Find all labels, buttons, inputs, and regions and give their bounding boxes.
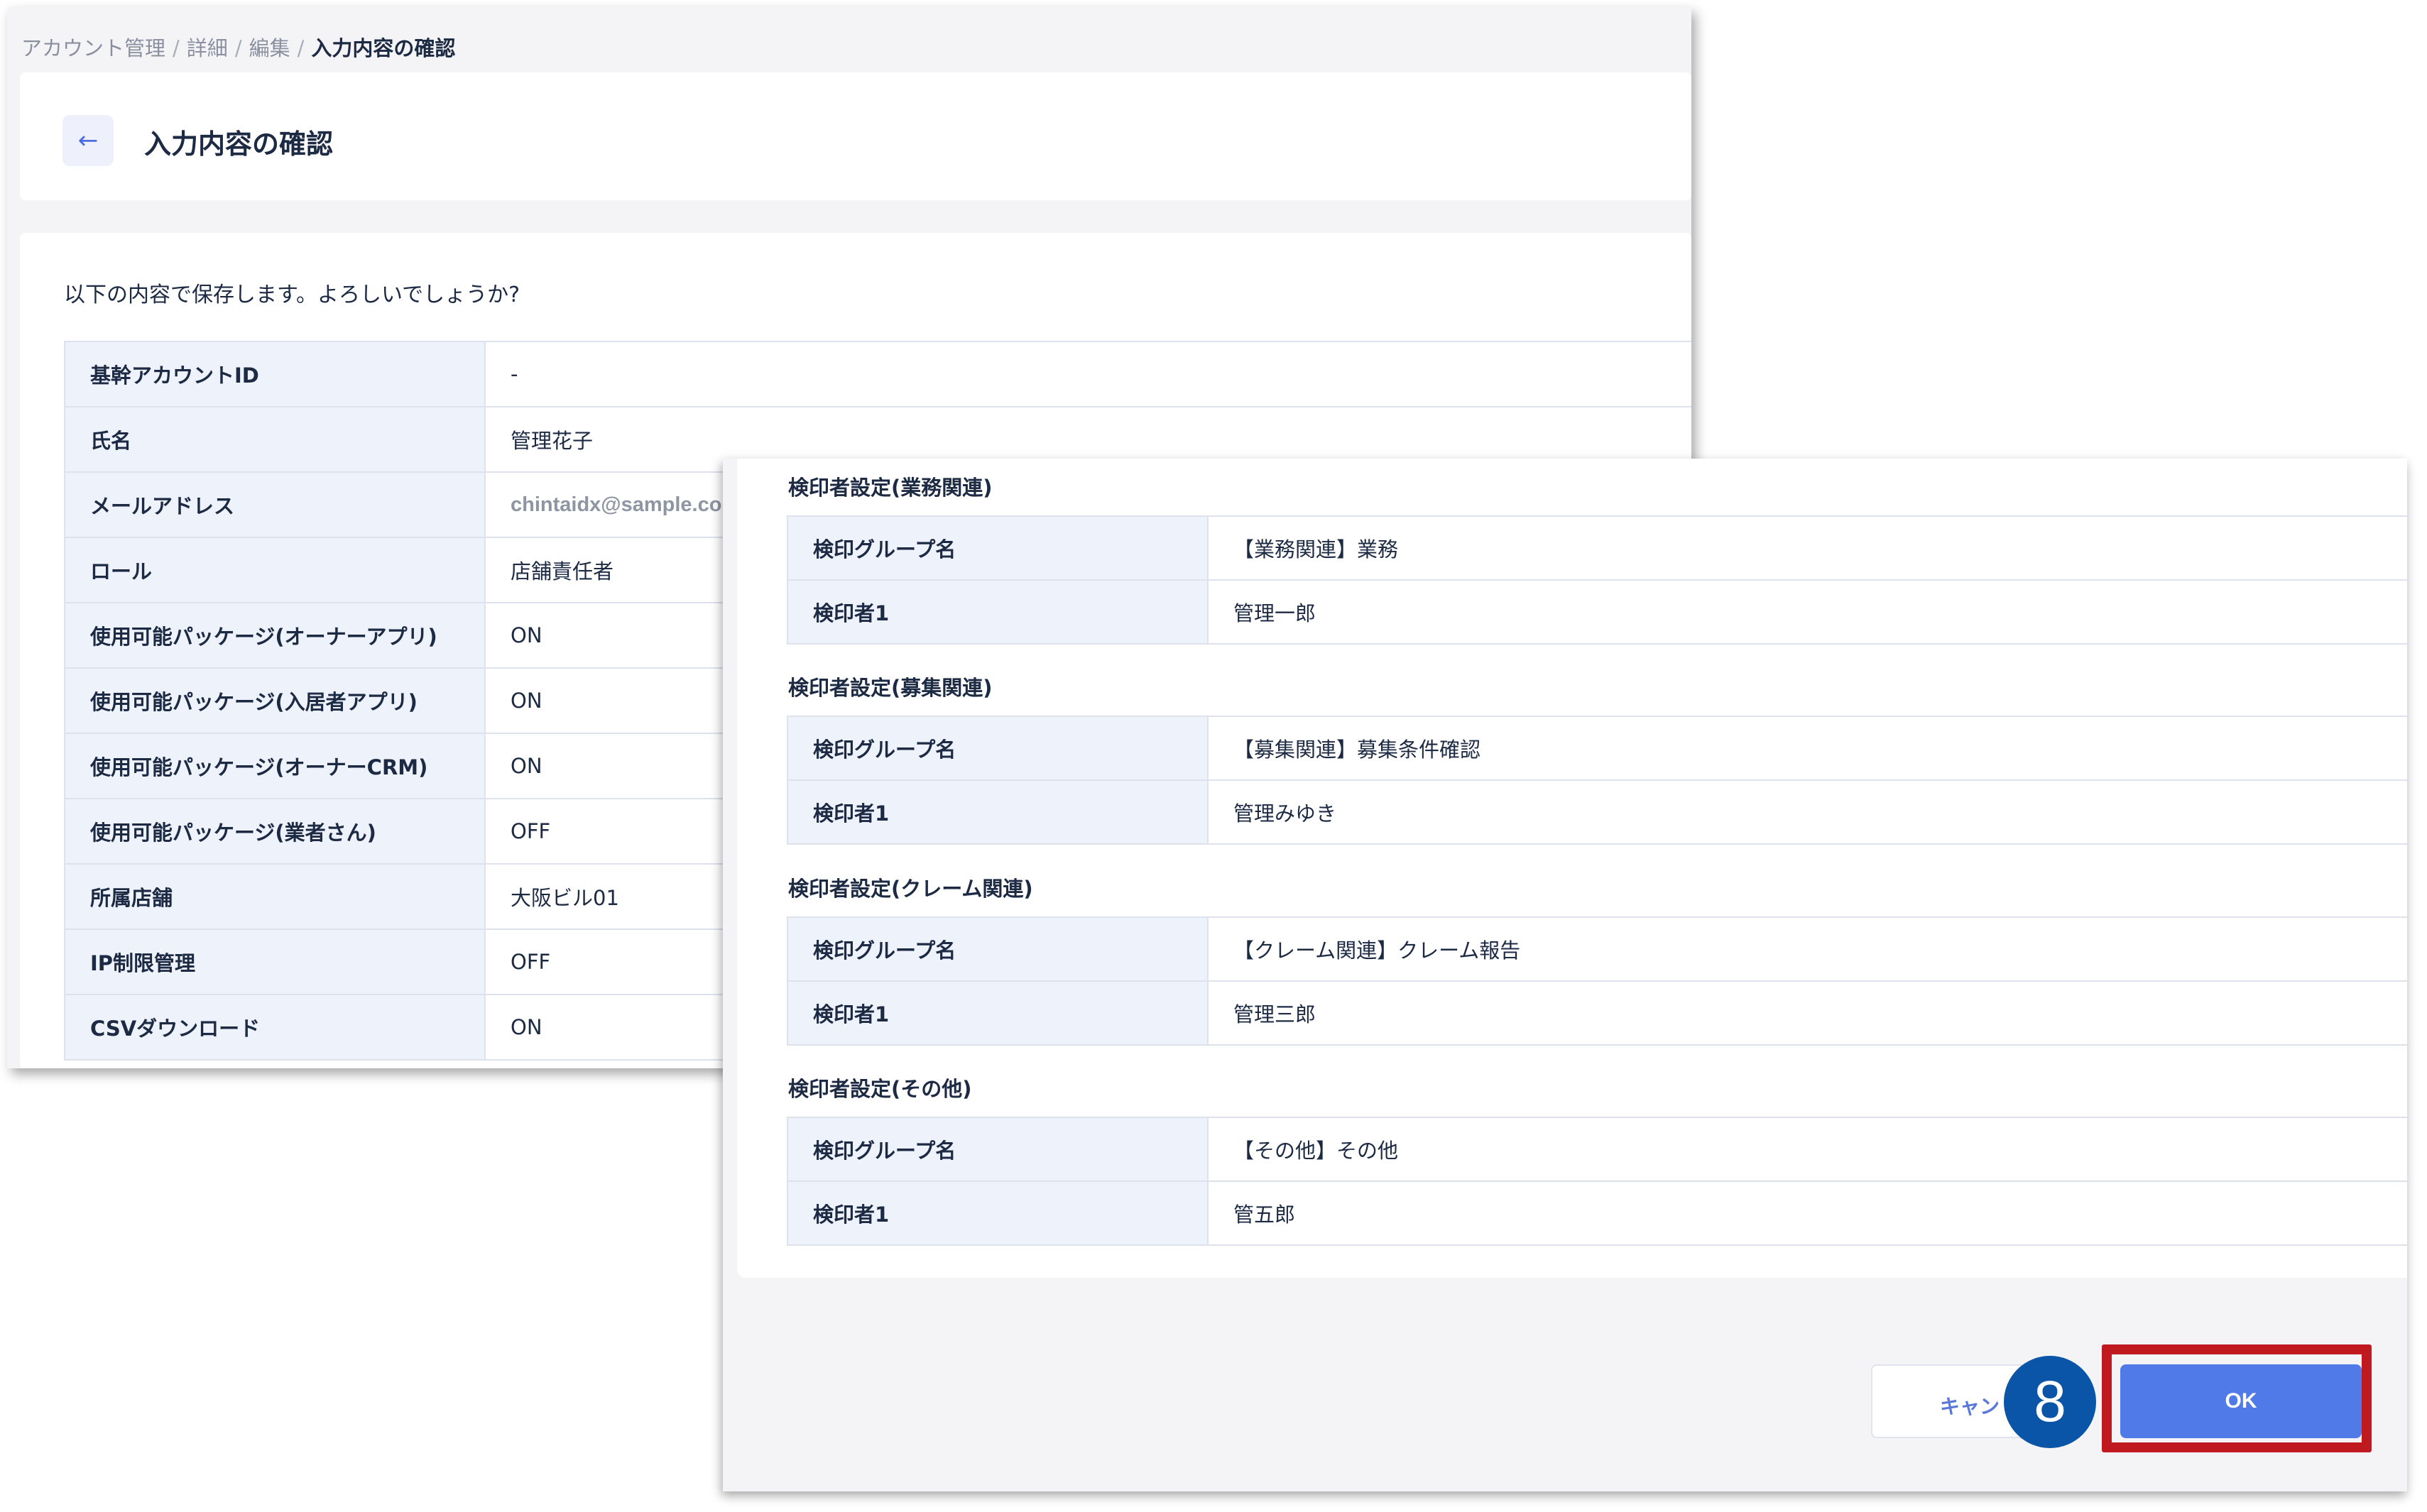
table-row: 検印グループ名 【業務関連】業務 [787,515,2407,581]
approver-settings-card: 検印者設定(業務関連) 検印グループ名 【業務関連】業務 検印者1 管理一郎 検印者設定(… [737,459,2407,1278]
back-button[interactable]: ← [62,115,114,166]
field-label: 氏名 [64,406,486,473]
field-value: - [484,341,1691,407]
approver-section-table: 検印グループ名 【その他】その他 検印者1 管五郎 [787,1117,2407,1246]
arrow-left-icon: ← [77,126,99,155]
field-value: 管理三郎 [1207,980,2407,1046]
table-row: 検印グループ名 【その他】その他 [787,1117,2407,1182]
field-value: 【クレーム関連】クレーム報告 [1207,916,2407,982]
field-label: 所属店舗 [64,863,486,930]
approver-section-title: 検印者設定(その他) [788,1077,972,1101]
field-value: 【その他】その他 [1207,1117,2407,1182]
table-row: 検印者1 管理みゆき [787,779,2407,845]
approver-section-title: 検印者設定(クレーム関連) [788,877,1033,901]
field-label: 検印者1 [787,980,1209,1046]
field-label: ロール [64,537,486,603]
approver-section-title: 検印者設定(募集関連) [788,676,993,700]
field-value: 管五郎 [1207,1180,2407,1246]
breadcrumb-current: 入力内容の確認 [311,36,456,60]
approver-settings-window: 検印者設定(業務関連) 検印グループ名 【業務関連】業務 検印者1 管理一郎 検印者設定(… [723,459,2407,1491]
field-label: メールアドレス [64,471,486,538]
table-row: 検印グループ名 【募集関連】募集条件確認 [787,716,2407,781]
page-title: 入力内容の確認 [144,128,334,160]
table-row: 検印グループ名 【クレーム関連】クレーム報告 [787,916,2407,982]
breadcrumb-item-account-management[interactable]: アカウント管理 [21,36,165,60]
field-label: 使用可能パッケージ(オーナーアプリ) [64,602,486,669]
field-label: 使用可能パッケージ(入居者アプリ) [64,667,486,734]
table-row: 基幹アカウントID - [64,341,1691,407]
field-label: 検印者1 [787,579,1209,645]
field-label: 使用可能パッケージ(オーナーCRM) [64,733,486,799]
field-label: 使用可能パッケージ(業者さん) [64,798,486,865]
field-value: 【募集関連】募集条件確認 [1207,716,2407,781]
field-label: 検印者1 [787,779,1209,845]
field-label: 検印グループ名 [787,716,1209,781]
field-label: 検印グループ名 [787,916,1209,982]
field-label: 基幹アカウントID [64,341,486,407]
breadcrumb-separator: / [297,36,305,60]
approver-section-table: 検印グループ名 【業務関連】業務 検印者1 管理一郎 [787,515,2407,645]
ok-button[interactable]: OK [2120,1364,2362,1438]
approver-section-table: 検印グループ名 【クレーム関連】クレーム報告 検印者1 管理三郎 [787,916,2407,1046]
step-number-badge: 8 [2004,1356,2096,1448]
breadcrumb-separator: / [173,36,180,60]
field-label: IP制限管理 [64,928,486,995]
breadcrumb-item-edit[interactable]: 編集 [249,36,290,60]
confirm-message: 以下の内容で保存します。よろしいでしょうか? [64,283,520,307]
field-value: 管理みゆき [1207,779,2407,845]
field-value: 【業務関連】業務 [1207,515,2407,581]
breadcrumb-separator: / [234,36,242,60]
field-label: 検印者1 [787,1180,1209,1246]
approver-section-title: 検印者設定(業務関連) [788,476,993,500]
breadcrumb-item-detail[interactable]: 詳細 [187,36,228,60]
approver-section-table: 検印グループ名 【募集関連】募集条件確認 検印者1 管理みゆき [787,716,2407,845]
field-label: 検印グループ名 [787,515,1209,581]
field-label: 検印グループ名 [787,1117,1209,1182]
field-value: 管理一郎 [1207,579,2407,645]
page-header-card: ← 入力内容の確認 [20,72,1691,200]
breadcrumb: アカウント管理 / 詳細 / 編集 / 入力内容の確認 [21,32,455,62]
table-row: 検印者1 管理三郎 [787,980,2407,1046]
table-row: 検印者1 管五郎 [787,1180,2407,1246]
table-row: 検印者1 管理一郎 [787,579,2407,645]
field-label: CSVダウンロード [64,994,486,1061]
